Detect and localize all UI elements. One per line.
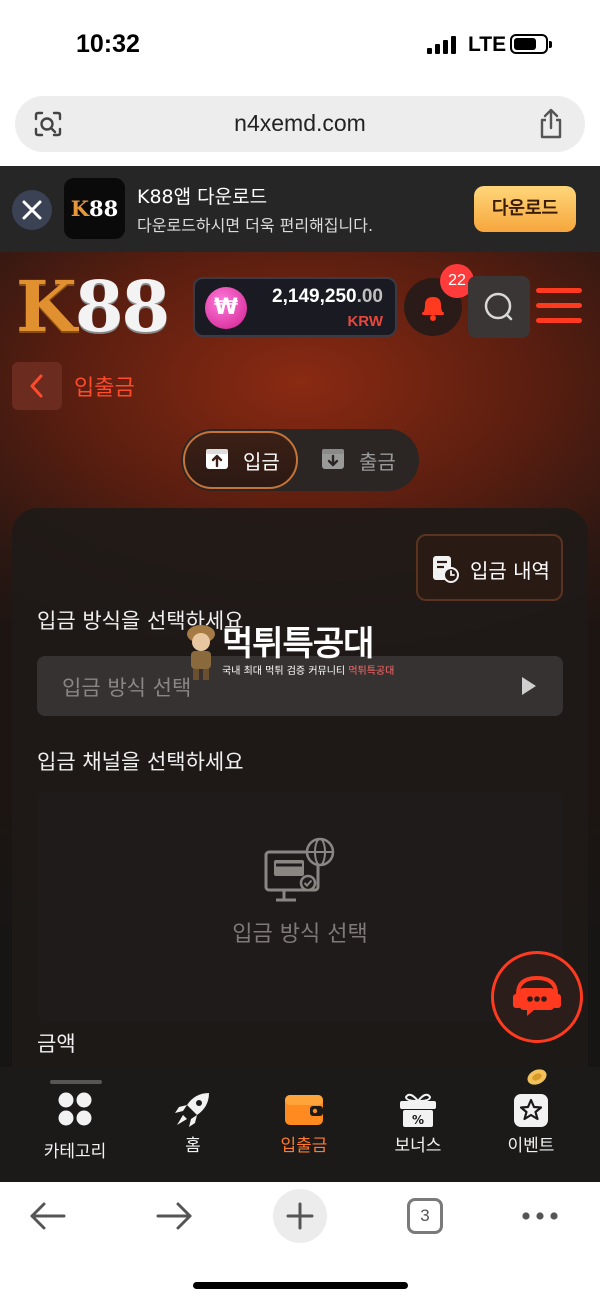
- app-content: K88 ₩ 2,149,250.00 KRW 22 입출금 입금 출금 입금 내…: [0, 252, 600, 1182]
- headset-chat-icon: [513, 975, 561, 1016]
- deposit-method-placeholder[interactable]: 입금 방식 선택: [62, 672, 191, 702]
- svg-text:%: %: [412, 1113, 424, 1127]
- close-banner-button[interactable]: [12, 190, 52, 230]
- bottom-navigation: 카테고리 홈 입출금 % 보너스 이벤트: [0, 1067, 600, 1182]
- status-bar: 10:32 LTE: [0, 0, 600, 88]
- watermark-subtitle: 국내 최대 먹튀 검증 커뮤니티 먹튀특공대: [222, 666, 395, 677]
- site-logo[interactable]: K88: [16, 272, 170, 342]
- battery-icon: [510, 34, 552, 54]
- history-icon: [433, 556, 459, 583]
- amount-label: 금액: [37, 1032, 76, 1056]
- nav-item-category[interactable]: 카테고리: [20, 1067, 130, 1182]
- deposit-icon: [206, 449, 228, 469]
- tab-deposit-label[interactable]: 입금: [243, 446, 280, 475]
- menu-line: [536, 303, 582, 308]
- deposit-history-label[interactable]: 입금 내역: [470, 555, 550, 584]
- select-arrow-icon: [522, 677, 536, 695]
- live-chat-button[interactable]: [491, 951, 583, 1043]
- channel-empty-state: [37, 792, 563, 1022]
- forward-arrow-icon[interactable]: [154, 1200, 194, 1232]
- tab-withdraw-label[interactable]: 출금: [359, 446, 396, 475]
- hamburger-menu-button[interactable]: [536, 288, 582, 324]
- rocket-icon: [175, 1093, 209, 1127]
- app-logo: K88: [64, 178, 125, 239]
- page-title: 입출금: [74, 376, 135, 401]
- grid-icon: [58, 1092, 92, 1126]
- nav-label[interactable]: 카테고리: [20, 1137, 130, 1162]
- chevron-left-icon: [30, 374, 43, 398]
- nav-item-home[interactable]: 홈: [138, 1067, 248, 1182]
- tab-count-button[interactable]: 3: [407, 1198, 443, 1234]
- network-label: LTE: [468, 33, 507, 56]
- banner-subtitle: 다운로드하시면 더욱 편리해집니다.: [137, 216, 374, 235]
- won-icon: ₩: [205, 287, 247, 329]
- balance-currency: KRW: [347, 313, 383, 330]
- menu-line: [536, 288, 582, 293]
- channel-empty-text: 입금 방식 선택: [232, 922, 368, 947]
- home-indicator: [193, 1282, 408, 1289]
- nav-item-deposit-withdraw[interactable]: 입출금: [249, 1067, 359, 1182]
- watermark: 먹튀특공대 국내 최대 먹튀 검증 커뮤니티 먹튀특공대: [182, 616, 422, 682]
- wallet-icon: [285, 1095, 323, 1125]
- balance-display[interactable]: ₩ 2,149,250.00 KRW: [193, 277, 397, 337]
- banner-title: K88앱 다운로드: [137, 186, 268, 208]
- status-time: 10:32: [76, 30, 140, 58]
- app-download-banner: K88 K88앱 다운로드 다운로드하시면 더욱 편리해집니다. 다운로드: [0, 166, 600, 252]
- back-button[interactable]: [12, 362, 62, 410]
- search-icon: [484, 292, 513, 321]
- withdraw-icon: [322, 449, 344, 469]
- more-options-icon[interactable]: [520, 1210, 560, 1222]
- deposit-withdraw-toggle: 입금 출금: [181, 429, 419, 491]
- nav-label[interactable]: 입출금: [249, 1131, 359, 1156]
- signal-icon: [427, 36, 457, 54]
- watermark-title: 먹튀특공대: [222, 624, 374, 664]
- payment-terminal-icon: [264, 837, 335, 902]
- balance-amount: 2,149,250.00: [272, 286, 383, 307]
- share-icon[interactable]: [537, 108, 565, 140]
- back-arrow-icon[interactable]: [28, 1200, 68, 1232]
- nav-label[interactable]: 이벤트: [476, 1131, 586, 1156]
- download-button[interactable]: 다운로드: [474, 186, 576, 232]
- search-button[interactable]: [468, 276, 530, 338]
- url-text[interactable]: n4xemd.com: [15, 110, 585, 137]
- nav-item-events[interactable]: 이벤트: [476, 1067, 586, 1182]
- star-icon: [514, 1094, 548, 1127]
- close-icon: [22, 200, 42, 220]
- nav-label[interactable]: 보너스: [363, 1131, 473, 1156]
- new-tab-icon[interactable]: [272, 1188, 328, 1244]
- tab-deposit[interactable]: [183, 431, 298, 489]
- coin-badge-icon: [527, 1069, 547, 1085]
- url-bar[interactable]: n4xemd.com: [15, 96, 585, 152]
- browser-toolbar: 3: [0, 1182, 600, 1301]
- nav-label[interactable]: 홈: [138, 1131, 248, 1156]
- channel-label: 입금 채널을 선택하세요: [37, 750, 244, 774]
- nav-item-bonus[interactable]: % 보너스: [363, 1067, 473, 1182]
- menu-line: [536, 318, 582, 323]
- mascot-icon: [187, 625, 215, 680]
- gift-icon: %: [400, 1093, 436, 1127]
